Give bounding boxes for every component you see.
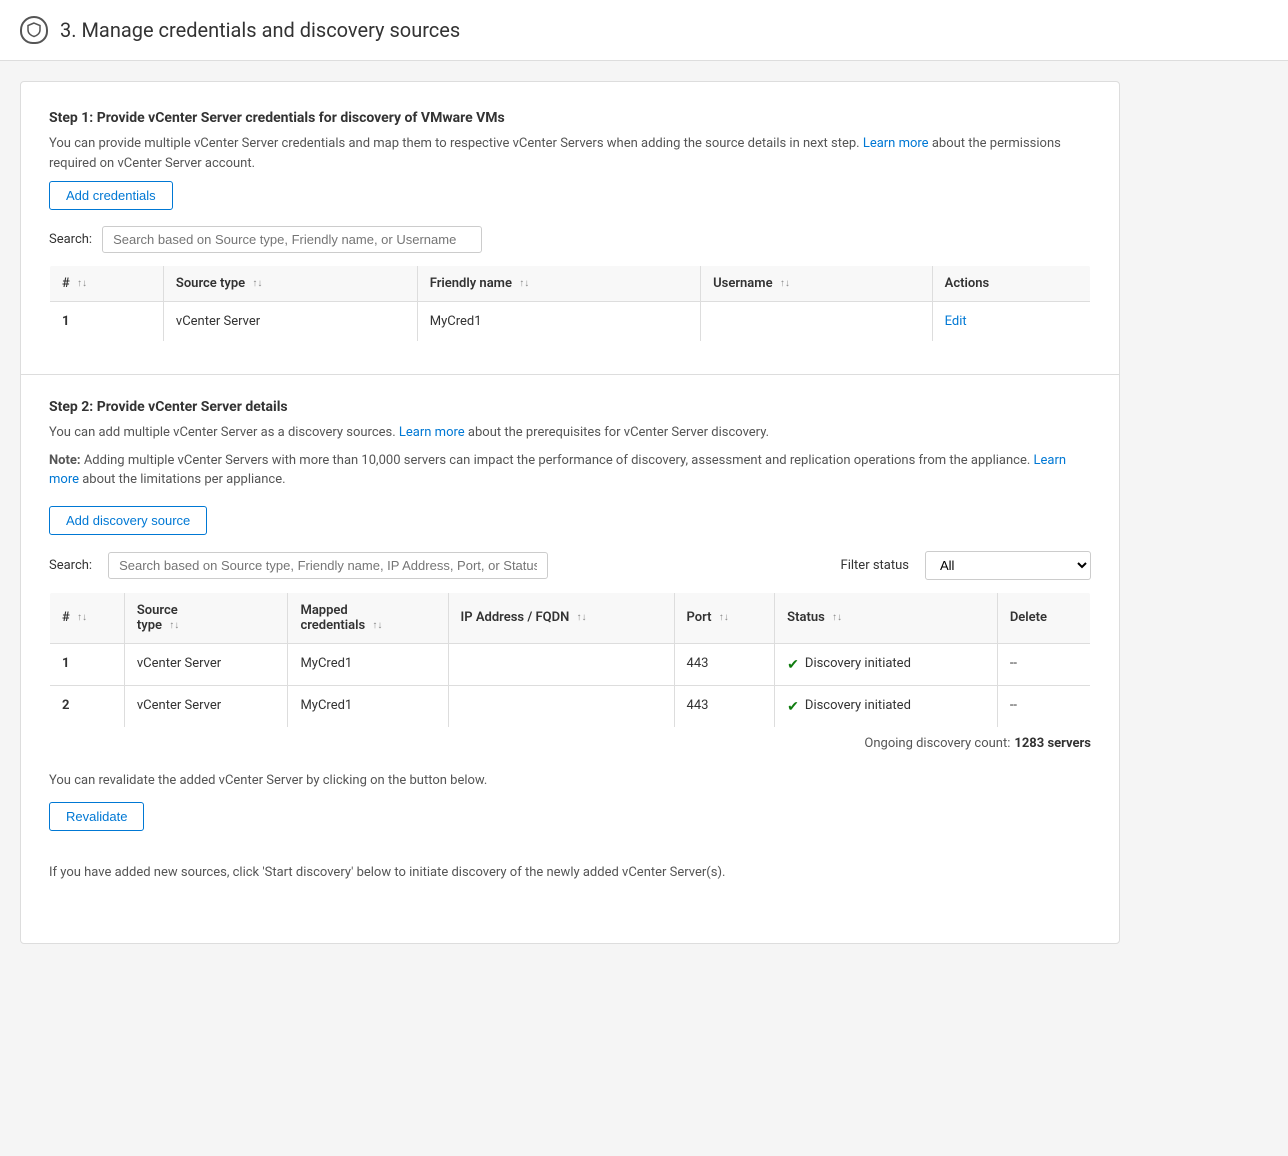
page-title: 3. Manage credentials and discovery sour… [60,18,460,42]
sort-icon: ↑↓ [372,620,382,631]
step2-col-num: # ↑↓ [50,592,125,643]
step2-desc-text2: about the prerequisites for vCenter Serv… [468,425,769,440]
step1-col-username: Username ↑↓ [701,266,933,302]
step1-title: Step 1: Provide vCenter Server credentia… [49,110,1091,126]
add-credentials-button[interactable]: Add credentials [49,181,173,210]
cell-source-type: vCenter Server [124,685,288,727]
check-icon: ✔ [787,699,799,715]
ongoing-discovery-row: Ongoing discovery count: 1283 servers [49,728,1091,763]
add-discovery-source-button[interactable]: Add discovery source [49,506,207,535]
step2-table: # ↑↓ Sourcetype ↑↓ Mappedcredentials ↑↓ … [49,592,1091,728]
step1-table-body: 1 vCenter Server MyCred1 Edit [50,302,1091,342]
step2-learn-more-link[interactable]: Learn more [399,425,465,440]
cell-num: 2 [50,685,125,727]
cell-actions: Edit [932,302,1090,342]
cell-delete: -- [997,643,1090,685]
step2-col-delete: Delete [997,592,1090,643]
ongoing-label: Ongoing discovery count: [864,736,1010,751]
note-bold-label: Note: [49,453,81,468]
step1-desc-text: You can provide multiple vCenter Server … [49,136,863,151]
table-row: 1 vCenter Server MyCred1 443 ✔ Discovery… [50,643,1091,685]
step2-col-port: Port ↑↓ [674,592,775,643]
cell-port: 443 [674,643,775,685]
sort-icon: ↑↓ [77,612,87,623]
note-text2: about the limitations per appliance. [82,472,285,487]
cell-mapped-creds: MyCred1 [288,643,448,685]
step2-col-status: Status ↑↓ [775,592,998,643]
cell-port: 443 [674,685,775,727]
cell-source-type: vCenter Server [124,643,288,685]
step1-col-source-type: Source type ↑↓ [163,266,417,302]
cell-source-type: vCenter Server [163,302,417,342]
step2-col-ip: IP Address / FQDN ↑↓ [448,592,674,643]
step1-table: # ↑↓ Source type ↑↓ Friendly name ↑↓ Use… [49,265,1091,342]
sort-icon: ↑↓ [719,612,729,623]
status-text: Discovery initiated [805,698,911,713]
sort-icon: ↑↓ [832,612,842,623]
sort-icon: ↑↓ [519,278,529,289]
step1-search-row: Search: [49,226,1091,253]
revalidate-section: You can revalidate the added vCenter Ser… [49,771,1091,848]
sort-icon: ↑↓ [577,612,587,623]
sort-icon: ↑↓ [780,278,790,289]
cell-friendly-name: MyCred1 [417,302,700,342]
filter-status-label: Filter status [841,558,909,573]
cell-mapped-creds: MyCred1 [288,685,448,727]
step2-title: Step 2: Provide vCenter Server details [49,399,1091,415]
step2-table-body: 1 vCenter Server MyCred1 443 ✔ Discovery… [50,643,1091,727]
revalidate-info: You can revalidate the added vCenter Ser… [49,771,1091,791]
cell-ip [448,685,674,727]
cell-ip [448,643,674,685]
step1-desc: You can provide multiple vCenter Server … [49,134,1091,173]
revalidate-button[interactable]: Revalidate [49,802,144,831]
filter-status-select[interactable]: All Active Inactive Discovery initiated [925,551,1091,580]
status-text: Discovery initiated [805,656,911,671]
sort-icon: ↑↓ [77,278,87,289]
cell-status: ✔ Discovery initiated [775,685,998,727]
step2-desc: You can add multiple vCenter Server as a… [49,423,1091,443]
cell-status: ✔ Discovery initiated [775,643,998,685]
step1-col-friendly-name: Friendly name ↑↓ [417,266,700,302]
ongoing-value: 1283 servers [1014,736,1091,751]
status-cell: ✔ Discovery initiated [787,698,985,715]
step2-desc-text: You can add multiple vCenter Server as a… [49,425,399,440]
note-text: Adding multiple vCenter Servers with mor… [84,453,1030,468]
cell-num: 1 [50,302,164,342]
step2-note: Note: Adding multiple vCenter Servers wi… [49,451,1091,490]
step2-filter-row: Search: Filter status All Active Inactiv… [49,551,1091,580]
sort-icon: ↑↓ [169,620,179,631]
footer-note: If you have added new sources, click 'St… [49,863,1091,883]
table-row: 2 vCenter Server MyCred1 443 ✔ Discovery… [50,685,1091,727]
main-content: Step 1: Provide vCenter Server credentia… [20,81,1120,944]
step1-col-actions: Actions [932,266,1090,302]
step1-search-label: Search: [49,232,92,247]
step1-table-head: # ↑↓ Source type ↑↓ Friendly name ↑↓ Use… [50,266,1091,302]
check-icon: ✔ [787,657,799,673]
step2-col-mapped-creds: Mappedcredentials ↑↓ [288,592,448,643]
cell-num: 1 [50,643,125,685]
status-cell: ✔ Discovery initiated [787,656,985,673]
page-header: 3. Manage credentials and discovery sour… [0,0,1288,61]
step1-learn-more-link[interactable]: Learn more [863,136,929,151]
step2-section: Step 2: Provide vCenter Server details Y… [49,399,1091,883]
table-row: 1 vCenter Server MyCred1 Edit [50,302,1091,342]
step2-search-label: Search: [49,558,92,573]
cell-delete: -- [997,685,1090,727]
sort-icon: ↑↓ [252,278,262,289]
edit-link[interactable]: Edit [945,314,967,329]
step1-search-input[interactable] [102,226,482,253]
cell-username [701,302,933,342]
step2-table-head: # ↑↓ Sourcetype ↑↓ Mappedcredentials ↑↓ … [50,592,1091,643]
step1-col-num: # ↑↓ [50,266,164,302]
step2-search-input[interactable] [108,552,548,579]
shield-icon [20,16,48,44]
step2-col-source-type: Sourcetype ↑↓ [124,592,288,643]
step1-section: Step 1: Provide vCenter Server credentia… [49,110,1091,342]
